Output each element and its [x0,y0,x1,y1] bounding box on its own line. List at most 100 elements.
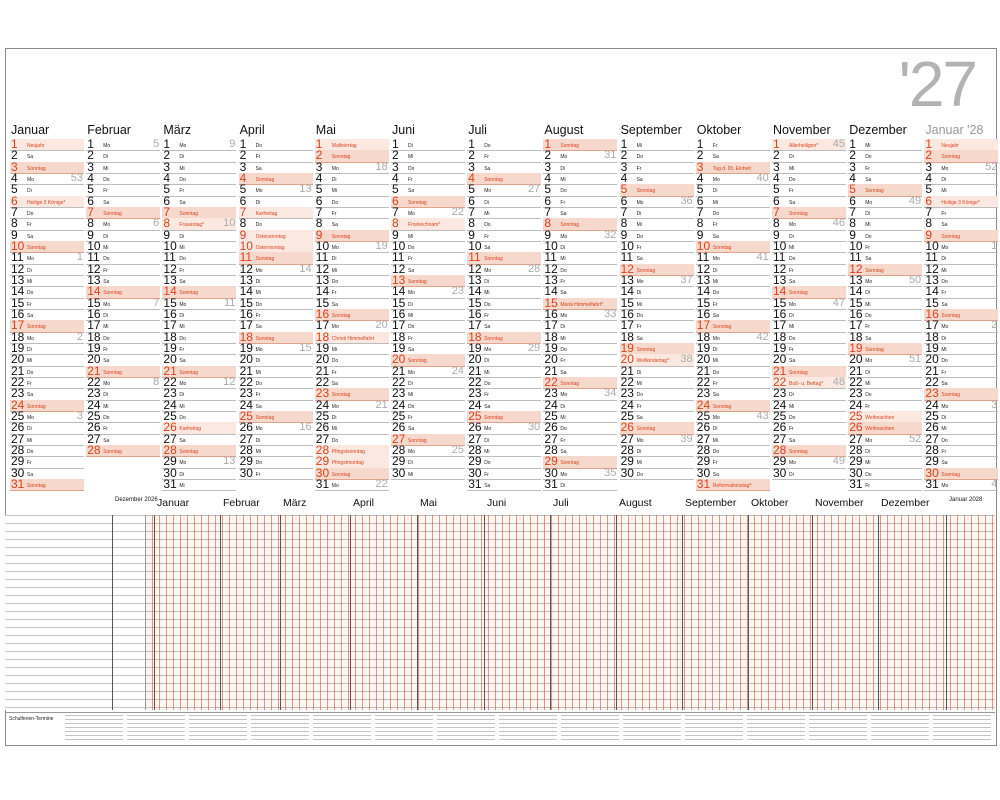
weekday-abbr: Do [712,369,720,376]
day-number: 30 [239,465,253,480]
day-row: 30 Fr [238,465,313,480]
weekday-abbr: Fr [789,188,794,195]
weekday-abbr: Fr [636,244,642,251]
weekday-abbr: Sa [560,210,567,217]
day-number: 31 [544,476,558,491]
weekday-abbr: Do [636,154,643,161]
day-label: Sonntag [103,210,122,217]
week-number: 18 [375,160,388,173]
weekday-abbr: Mi [27,437,33,444]
weekday-abbr: Sa [712,154,719,161]
weekday-abbr: Di [103,154,108,161]
week-number: 52 [985,160,998,173]
weekday-abbr: Di [179,471,185,478]
weekday-abbr: Mi [484,210,490,217]
weekday-abbr: Di [255,278,261,285]
month-column: April 1 Do 2 Fr 3 Sa 4 Sonntag 5 Mo 13 6 Di 7 Karfreita… [238,123,313,490]
weekday-abbr: Fr [408,414,413,421]
day-label: Sonntag [255,335,275,342]
weekday-abbr: Fr [27,301,32,308]
day-label: Sonntag [179,369,199,376]
weekday-abbr: Fr [941,210,947,217]
day-label: Sonntag [331,154,351,161]
weekday-abbr: Do [179,414,186,421]
weekday-abbr: Mo [636,199,644,206]
week-number: 49 [908,194,922,207]
month-name: Oktober [696,123,742,137]
weekday-abbr: Mo [560,471,568,478]
week-number: 47 [832,296,845,309]
day-label: Ostersonntag [255,233,286,240]
weekday-abbr: Di [560,165,566,172]
weekday-abbr: Do [484,222,491,229]
weekday-abbr: Mo [865,278,873,285]
planner-month-name: April [353,497,375,509]
week-number: 8 [153,375,160,388]
weekday-abbr: Sa [408,188,415,195]
weekday-abbr: Fr [636,165,642,172]
weekday-abbr: Do [484,301,491,308]
weekday-abbr: Sa [27,154,34,161]
weekday-abbr: Mi [560,335,566,342]
weekday-abbr: Do [27,210,34,217]
day-number: 31 [849,476,863,491]
day-number: 31 [11,476,25,491]
weekday-abbr: Fr [484,392,489,399]
day-label: Sonntag [331,233,351,240]
weekday-abbr: Mi [484,448,490,455]
weekday-abbr: Fr [408,176,413,183]
day-label: Sonntag [789,369,808,376]
weekday-abbr: Di [408,380,413,387]
weekday-abbr: Di [789,312,794,319]
planner-month-name: Januar [157,497,190,509]
day-label: Sonntag [941,233,961,240]
day-row: 31 Reformationstag* [695,478,770,492]
weekday-abbr: Mi [712,358,719,365]
weekday-abbr: Mo [255,188,263,195]
weekday-abbr: Di [179,154,185,161]
footer-text-block [809,715,867,741]
weekday-abbr: Mi [331,267,338,274]
weekday-abbr: Di [408,143,413,149]
year-label: '27 [898,48,978,120]
weekday-abbr: Fr [331,369,337,376]
weekday-abbr: Mo [408,369,415,376]
weekday-abbr: Fr [865,324,870,331]
weekday-abbr: Do [560,188,567,195]
weekday-abbr: Sa [331,222,338,229]
weekday-abbr: Di [941,414,947,421]
weekday-abbr: Do [484,460,491,467]
day-label: Fronleichnam* [408,222,441,229]
weekday-abbr: Sa [560,369,567,376]
weekday-abbr: Do [941,437,948,444]
weekday-abbr: Do [255,143,262,149]
weekday-abbr: Mo [560,154,568,161]
weekday-abbr: Mo [103,143,111,149]
day-label: Weihnachten [865,426,895,433]
weekday-abbr: Fr [560,199,566,206]
weekday-abbr: Sa [865,176,872,183]
week-number: 41 [756,251,769,264]
weekday-abbr: Di [712,188,718,195]
day-row: 31 Fr [848,476,923,492]
weekday-abbr: Sa [179,358,186,365]
day-label: Weihnachten [865,414,895,421]
weekday-abbr: Fr [331,210,337,217]
weekday-abbr: Mo [331,244,339,251]
day-label: Sonntag [331,471,351,478]
weekday-abbr: Di [103,233,108,240]
weekday-abbr: Sa [331,301,338,308]
weekday-abbr: Sa [941,301,948,308]
day-label: Sonntag [941,392,961,399]
weekday-abbr: Sa [179,278,186,285]
weekday-abbr: Sa [941,460,948,467]
footer-text-block [313,715,371,741]
week-number: 24 [451,364,464,377]
weekday-abbr: Do [27,369,34,376]
day-label: Sonntag [712,244,732,251]
weekday-abbr: Mo [636,278,644,285]
weekday-abbr: Di [484,199,489,206]
weekday-abbr: Di [408,301,413,308]
day-label: Sonntag [103,290,122,297]
weekday-abbr: Do [560,426,567,433]
